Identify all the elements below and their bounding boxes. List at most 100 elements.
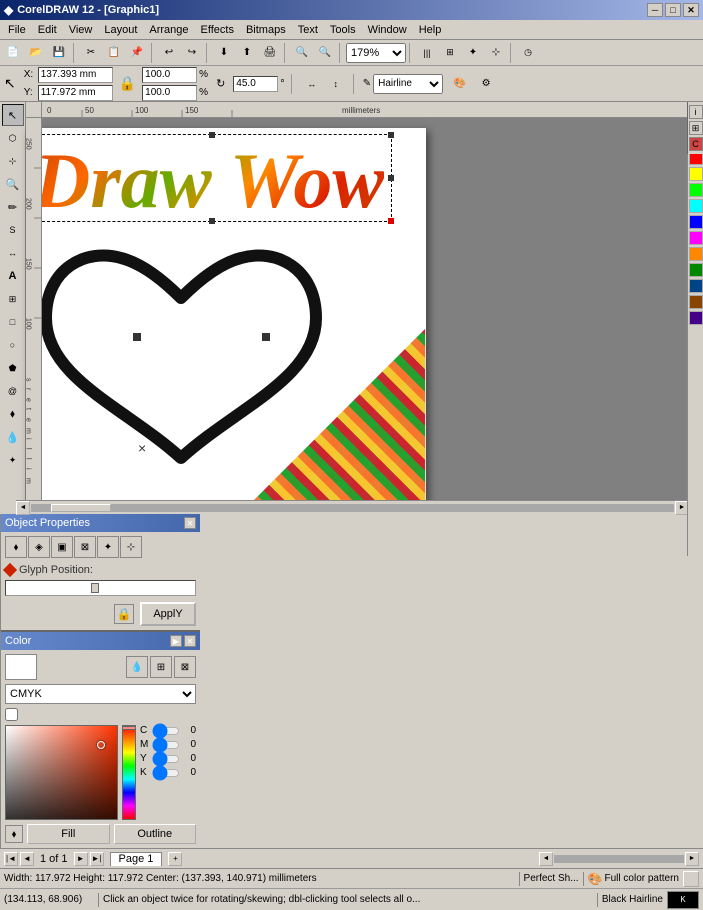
obj-props-header: Object Properties ✕ bbox=[1, 514, 200, 532]
zoom-out-button[interactable]: 🔍 bbox=[314, 42, 336, 64]
color-checkbox[interactable] bbox=[5, 708, 18, 721]
menu-file[interactable]: File bbox=[2, 22, 32, 38]
scroll-left-button[interactable]: ◄ bbox=[16, 501, 30, 515]
scroll-thumb-h[interactable] bbox=[51, 504, 111, 512]
pattern-image bbox=[206, 328, 426, 500]
zoom-level-select[interactable]: 179% 100% 50% bbox=[346, 43, 406, 63]
k-slider[interactable] bbox=[152, 768, 180, 778]
horizontal-scrollbar[interactable]: ◄ ► bbox=[16, 500, 689, 514]
flip-h-button[interactable]: ↔ bbox=[301, 73, 323, 95]
page-first-btn[interactable]: |◄ bbox=[4, 852, 18, 866]
open-button[interactable]: 📂 bbox=[25, 42, 47, 64]
redo-button[interactable]: ↪ bbox=[181, 42, 203, 64]
wh-coords: % % bbox=[142, 67, 208, 101]
menu-window[interactable]: Window bbox=[362, 22, 413, 38]
export-button[interactable]: ⬆ bbox=[236, 42, 258, 64]
toolbar-btn-a[interactable]: ||| bbox=[416, 42, 438, 64]
toolbar-btn-d[interactable]: ⊹ bbox=[485, 42, 507, 64]
toolbar-btn-c[interactable]: ✦ bbox=[462, 42, 484, 64]
glyph-slider-thumb[interactable] bbox=[91, 583, 99, 593]
props-icon-2[interactable]: ◈ bbox=[28, 536, 50, 558]
minimize-button[interactable]: ─ bbox=[647, 3, 663, 17]
props-icon-1[interactable]: ⬧ bbox=[5, 536, 27, 558]
m-slider[interactable] bbox=[152, 740, 180, 750]
print-button[interactable]: 🖨 bbox=[259, 42, 281, 64]
y-input[interactable] bbox=[38, 85, 113, 101]
menu-text[interactable]: Text bbox=[292, 22, 324, 38]
toolbar-btn-b[interactable]: ⊞ bbox=[439, 42, 461, 64]
zoom-in-button[interactable]: 🔍 bbox=[291, 42, 313, 64]
copy-button[interactable]: 📋 bbox=[103, 42, 125, 64]
props-icon-4[interactable]: ⊠ bbox=[74, 536, 96, 558]
glyph-slider[interactable] bbox=[5, 580, 196, 596]
props-icon-5[interactable]: ✦ bbox=[97, 536, 119, 558]
page-last-btn[interactable]: ►| bbox=[90, 852, 104, 866]
save-button[interactable]: 💾 bbox=[48, 42, 70, 64]
props-icon-6[interactable]: ⊹ bbox=[120, 536, 142, 558]
menu-effects[interactable]: Effects bbox=[195, 22, 240, 38]
obj-props-header-btns: ✕ bbox=[184, 517, 196, 529]
add-page-btn[interactable]: + bbox=[168, 852, 182, 866]
new-button[interactable]: 📄 bbox=[2, 42, 24, 64]
menu-help[interactable]: Help bbox=[413, 22, 448, 38]
canvas-content[interactable]: Draw Wow bbox=[16, 118, 689, 500]
obj-props-close-btn[interactable]: ✕ bbox=[184, 517, 196, 529]
outline-button[interactable]: Outline bbox=[114, 824, 197, 844]
menu-layout[interactable]: Layout bbox=[98, 22, 143, 38]
options-btn[interactable]: ⚙ bbox=[475, 73, 497, 95]
page-next-btn[interactable]: ► bbox=[74, 852, 88, 866]
sep-coords bbox=[291, 74, 295, 94]
eyedropper-btn[interactable]: 💧 bbox=[126, 656, 148, 678]
cp1 bbox=[133, 333, 141, 341]
menu-tools[interactable]: Tools bbox=[324, 22, 362, 38]
current-color-swatch[interactable] bbox=[5, 654, 37, 680]
import-button[interactable]: ⬇ bbox=[213, 42, 235, 64]
angle-field: ° bbox=[233, 76, 284, 92]
color-swatch-btn[interactable]: ⊞ bbox=[150, 656, 172, 678]
maximize-button[interactable]: □ bbox=[665, 3, 681, 17]
menu-view[interactable]: View bbox=[63, 22, 99, 38]
menu-arrange[interactable]: Arrange bbox=[143, 22, 194, 38]
color-grid-btn[interactable]: ⊠ bbox=[174, 656, 196, 678]
title-bar-left: ◆ CorelDRAW 12 - [Graphic1] bbox=[4, 3, 159, 17]
lock-proportions[interactable]: 🔒 bbox=[119, 75, 136, 92]
lock-icon[interactable]: 🔒 bbox=[114, 604, 134, 624]
angle-input[interactable] bbox=[233, 76, 278, 92]
menu-bitmaps[interactable]: Bitmaps bbox=[240, 22, 292, 38]
rotate-icon[interactable]: ↻ bbox=[216, 77, 225, 90]
page-prev-btn[interactable]: ◄ bbox=[20, 852, 34, 866]
scroll-track-h[interactable] bbox=[31, 504, 674, 512]
color-model-select[interactable]: CMYK RGB HSB bbox=[5, 684, 196, 704]
undo-button[interactable]: ↩ bbox=[158, 42, 180, 64]
close-button[interactable]: ✕ bbox=[683, 3, 699, 17]
cut-button[interactable]: ✂ bbox=[80, 42, 102, 64]
handle-mr bbox=[388, 175, 394, 181]
page-canvas[interactable]: Draw Wow bbox=[26, 128, 426, 500]
hscroll-track2[interactable] bbox=[554, 855, 684, 863]
hscroll-left-btn2[interactable]: ◄ bbox=[539, 852, 553, 866]
color-panel-close-btn[interactable]: ✕ bbox=[184, 635, 196, 647]
props-icon-3[interactable]: ▣ bbox=[51, 536, 73, 558]
height-input[interactable] bbox=[142, 85, 197, 101]
page-tab[interactable]: Page 1 bbox=[110, 852, 163, 866]
color-settings-btn[interactable]: 🎨 bbox=[449, 73, 471, 95]
fill-icon-small[interactable]: ⬧ bbox=[5, 825, 23, 843]
c-slider[interactable] bbox=[152, 726, 180, 736]
hue-bar[interactable] bbox=[122, 725, 136, 820]
page-navigator: |◄ ◄ 1 of 1 ► ►| Page 1 + ◄ ► bbox=[0, 848, 703, 868]
width-input[interactable] bbox=[142, 67, 197, 83]
color-panel-options-btn[interactable]: ▶ bbox=[170, 635, 182, 647]
paste-button[interactable]: 📌 bbox=[126, 42, 148, 64]
flip-v-button[interactable]: ↕ bbox=[325, 73, 347, 95]
menu-edit[interactable]: Edit bbox=[32, 22, 63, 38]
color-gradient-square[interactable] bbox=[5, 725, 118, 820]
fill-button[interactable]: Fill bbox=[27, 824, 110, 844]
apply-button[interactable]: ApplY bbox=[140, 602, 196, 626]
y-slider[interactable] bbox=[152, 754, 180, 764]
x-input[interactable] bbox=[38, 67, 113, 83]
m-value: 0 bbox=[180, 739, 196, 750]
outline-select[interactable]: Hairline 0.5pt 1pt bbox=[373, 74, 443, 94]
toolbar-btn-e[interactable]: ◷ bbox=[517, 42, 539, 64]
hscroll-right-btn2[interactable]: ► bbox=[685, 852, 699, 866]
status-dimensions: Width: 117.972 Height: 117.972 Center: (… bbox=[4, 873, 515, 884]
